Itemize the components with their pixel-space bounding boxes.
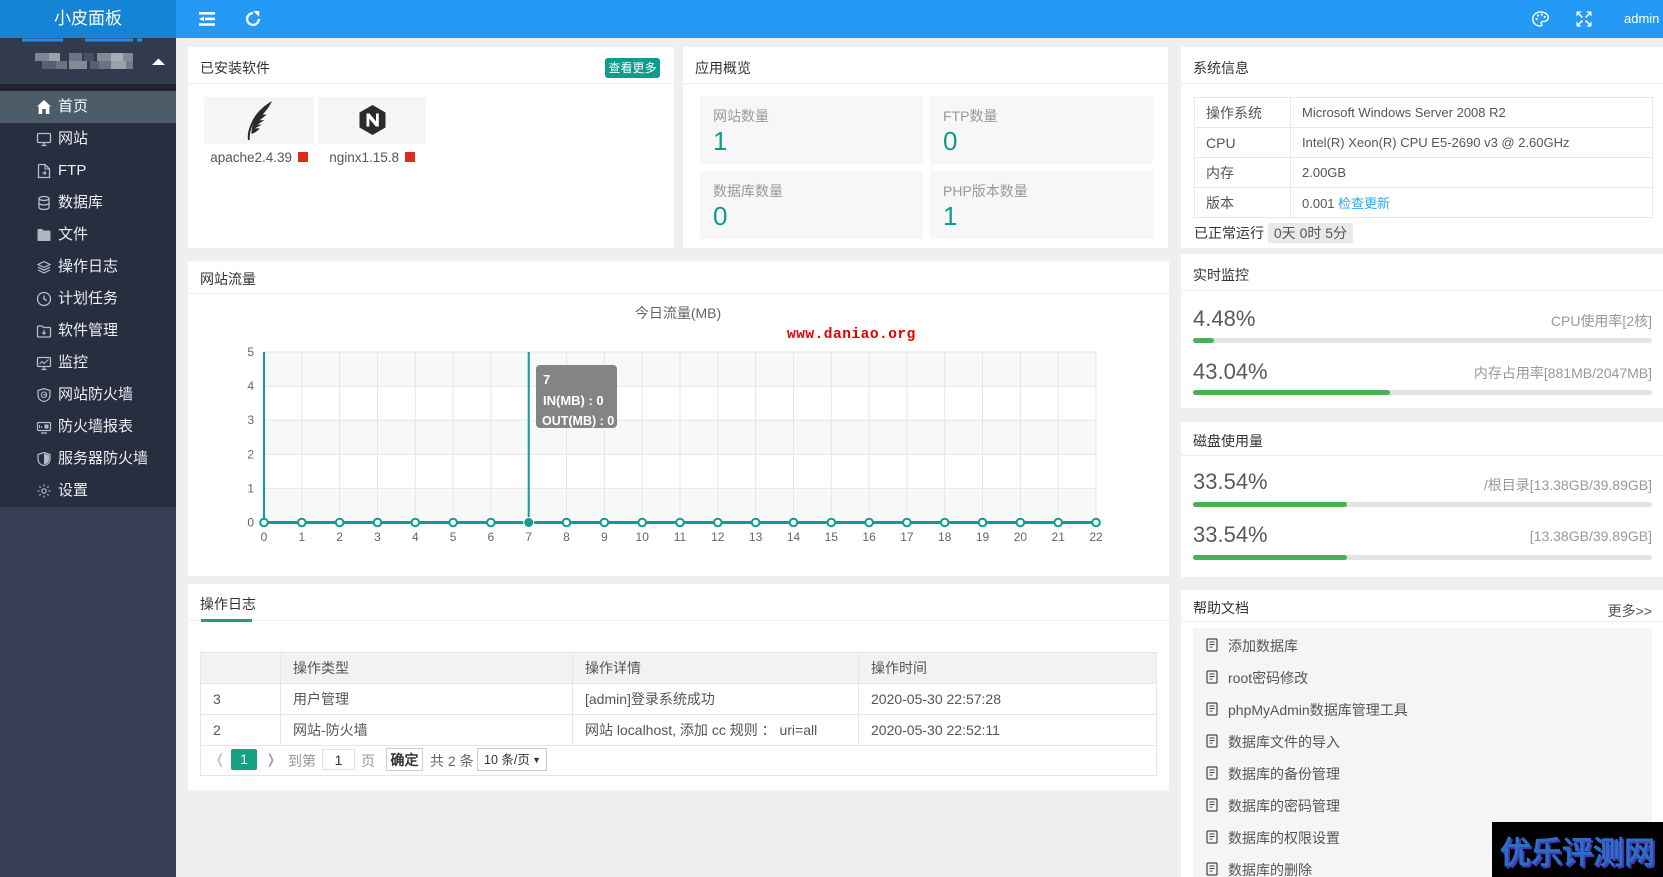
svg-text:3: 3	[374, 530, 381, 544]
svg-text:IN(MB) : 0: IN(MB) : 0	[543, 393, 604, 408]
svg-text:4: 4	[247, 379, 254, 393]
svg-text:www.daniao.org: www.daniao.org	[787, 327, 916, 343]
svg-text:16: 16	[862, 530, 876, 544]
svg-text:17: 17	[900, 530, 914, 544]
svg-text:今日流量(MB): 今日流量(MB)	[635, 305, 721, 321]
svg-text:7: 7	[525, 530, 532, 544]
svg-text:21: 21	[1052, 530, 1066, 544]
svg-text:4: 4	[412, 530, 419, 544]
svg-text:5: 5	[247, 345, 254, 359]
svg-text:11: 11	[674, 530, 687, 544]
svg-text:2: 2	[247, 447, 254, 461]
svg-text:5: 5	[450, 530, 457, 544]
svg-text:20: 20	[1014, 530, 1028, 544]
svg-text:3: 3	[247, 413, 254, 427]
svg-text:2: 2	[336, 530, 343, 544]
svg-text:15: 15	[825, 530, 839, 544]
svg-text:1: 1	[298, 530, 305, 544]
svg-text:12: 12	[711, 530, 725, 544]
svg-text:19: 19	[976, 530, 990, 544]
svg-text:18: 18	[938, 530, 952, 544]
svg-text:6: 6	[488, 530, 495, 544]
svg-text:10: 10	[636, 530, 650, 544]
svg-text:8: 8	[563, 530, 570, 544]
svg-text:1: 1	[247, 481, 254, 495]
svg-text:14: 14	[787, 530, 801, 544]
svg-text:0: 0	[261, 530, 268, 544]
svg-text:7: 7	[543, 372, 550, 387]
svg-text:9: 9	[601, 530, 608, 544]
svg-text:0: 0	[247, 516, 254, 530]
svg-text:OUT(MB) : 0: OUT(MB) : 0	[542, 414, 614, 428]
svg-text:13: 13	[749, 530, 763, 544]
svg-text:22: 22	[1089, 530, 1103, 544]
